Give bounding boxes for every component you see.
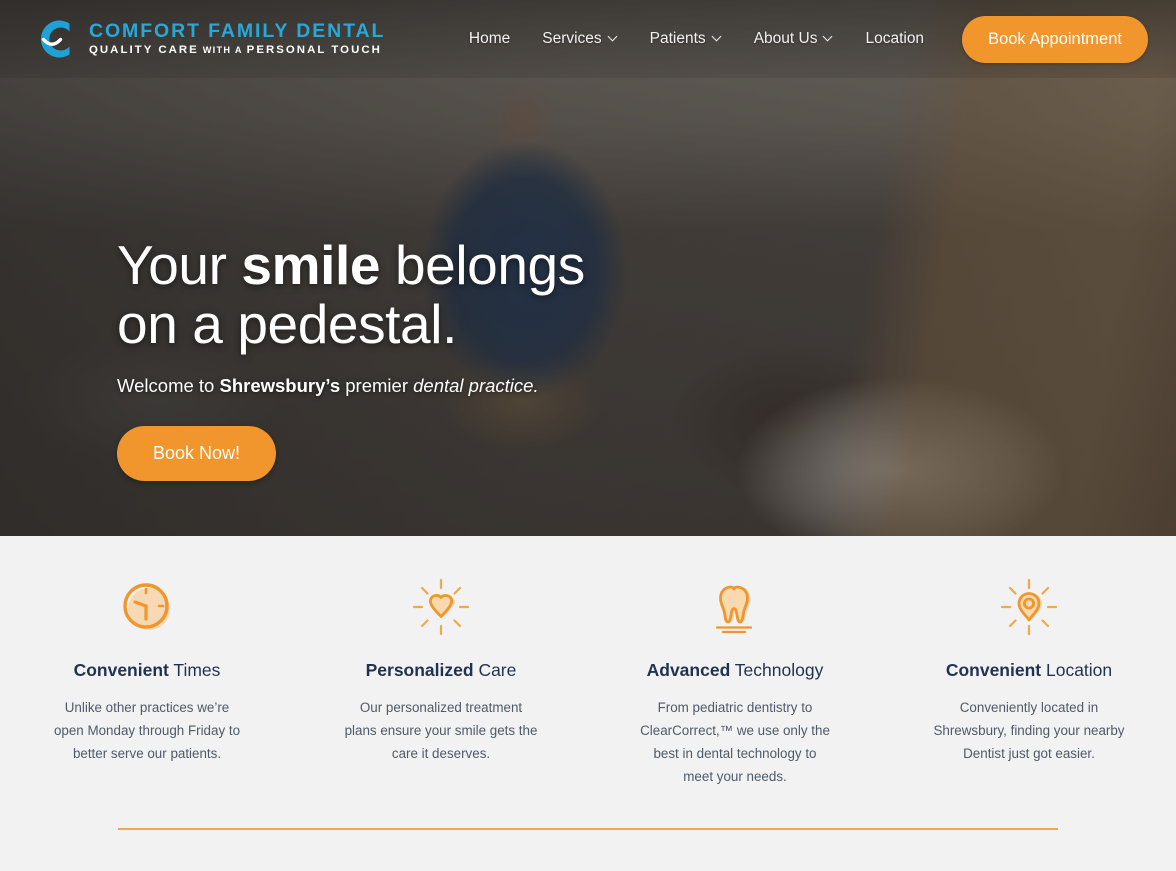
headline-part-2: belongs xyxy=(380,234,585,296)
feature-card-personalized-care: Personalized Care Our personalized treat… xyxy=(294,576,588,788)
nav-label-home: Home xyxy=(468,30,511,47)
nav-item-home[interactable]: Home xyxy=(453,22,526,56)
feature-body-convenient-times: Unlike other practices we’re open Monday… xyxy=(53,700,241,762)
subheadline-part-2: premier xyxy=(340,374,414,396)
chevron-down-icon xyxy=(824,33,833,42)
main-navigation: Home Services Patients About Us Location xyxy=(453,15,1148,63)
feature-title-advanced-technology: Advanced Technology xyxy=(647,660,824,681)
clock-icon xyxy=(116,576,178,638)
chevron-down-icon xyxy=(609,33,618,42)
nav-label-services: Services xyxy=(542,30,602,47)
tagline-part-2: WITH A xyxy=(202,45,243,56)
radiant-heart-icon xyxy=(410,576,472,638)
nav-item-services[interactable]: Services xyxy=(526,22,633,56)
feature-title-bold: Convenient xyxy=(945,660,1042,680)
tagline-part-3: PERSONAL TOUCH xyxy=(246,44,382,57)
brand-name: COMFORT FAMILY DENTAL xyxy=(89,19,386,42)
brand-text-block: COMFORT FAMILY DENTAL QUALITY CARE WITH … xyxy=(89,19,386,57)
brand-logo[interactable]: COMFORT FAMILY DENTAL QUALITY CARE WITH … xyxy=(28,15,385,63)
c-smile-logo-icon xyxy=(28,15,76,63)
nav-item-location[interactable]: Location xyxy=(849,22,940,56)
section-divider xyxy=(118,828,1058,830)
feature-title-convenient-times: Convenient Times xyxy=(74,660,221,681)
feature-title-rest: Location xyxy=(1041,660,1113,680)
chevron-down-icon xyxy=(713,33,722,42)
feature-title-bold: Convenient xyxy=(73,660,169,680)
feature-title-bold: Advanced xyxy=(646,660,731,680)
subheadline-part-1: Welcome to xyxy=(117,374,220,396)
page-root: COMFORT FAMILY DENTAL QUALITY CARE WITH … xyxy=(0,0,1176,871)
tagline-part-1: QUALITY CARE xyxy=(89,44,199,57)
radiant-map-pin-icon xyxy=(998,576,1060,638)
hero-headline: Your smile belongs on a pedestal. xyxy=(117,234,817,356)
headline-line-2: on a pedestal. xyxy=(117,293,457,356)
nav-item-about-us[interactable]: About Us xyxy=(738,22,850,56)
subheadline-city: Shrewsbury’s xyxy=(219,374,341,396)
subheadline-italic: dental practice. xyxy=(413,374,539,396)
feature-body-personalized-care: Our personalized treatment plans ensure … xyxy=(344,700,538,762)
nav-label-location: Location xyxy=(865,30,925,47)
hero-content: Your smile belongs on a pedestal. Welcome… xyxy=(117,234,817,481)
hero-section: COMFORT FAMILY DENTAL QUALITY CARE WITH … xyxy=(0,0,1176,536)
headline-emphasis: smile xyxy=(241,234,381,296)
feature-title-bold: Personalized xyxy=(365,660,474,680)
brand-tagline: QUALITY CARE WITH A PERSONAL TOUCH xyxy=(89,44,385,57)
features-grid: Convenient Times Unlike other practices … xyxy=(0,536,1176,788)
headline-part-1: Your xyxy=(117,234,242,296)
feature-title-personalized-care: Personalized Care xyxy=(366,660,517,681)
feature-title-rest: Technology xyxy=(730,660,824,680)
nav-item-patients[interactable]: Patients xyxy=(634,22,738,56)
nav-label-patients: Patients xyxy=(649,30,706,47)
hero-subheadline: Welcome to Shrewsbury’s premier dental p… xyxy=(117,373,817,399)
features-section: Convenient Times Unlike other practices … xyxy=(0,536,1176,871)
book-now-button[interactable]: Book Now! xyxy=(117,425,277,481)
feature-title-rest: Care xyxy=(473,660,517,680)
feature-card-convenient-times: Convenient Times Unlike other practices … xyxy=(0,576,294,788)
tooth-icon xyxy=(704,576,766,638)
site-header: COMFORT FAMILY DENTAL QUALITY CARE WITH … xyxy=(0,0,1176,78)
feature-body-advanced-technology: From pediatric dentistry to ClearCorrect… xyxy=(640,700,830,785)
feature-card-advanced-technology: Advanced Technology From pediatric denti… xyxy=(588,576,882,788)
nav-label-about-us: About Us xyxy=(753,30,818,47)
feature-card-convenient-location: Convenient Location Conveniently located… xyxy=(882,576,1176,788)
feature-body-convenient-location: Conveniently located in Shrewsbury, find… xyxy=(933,700,1125,762)
feature-title-rest: Times xyxy=(168,660,221,680)
feature-title-convenient-location: Convenient Location xyxy=(946,660,1112,681)
book-appointment-button[interactable]: Book Appointment xyxy=(962,15,1148,63)
